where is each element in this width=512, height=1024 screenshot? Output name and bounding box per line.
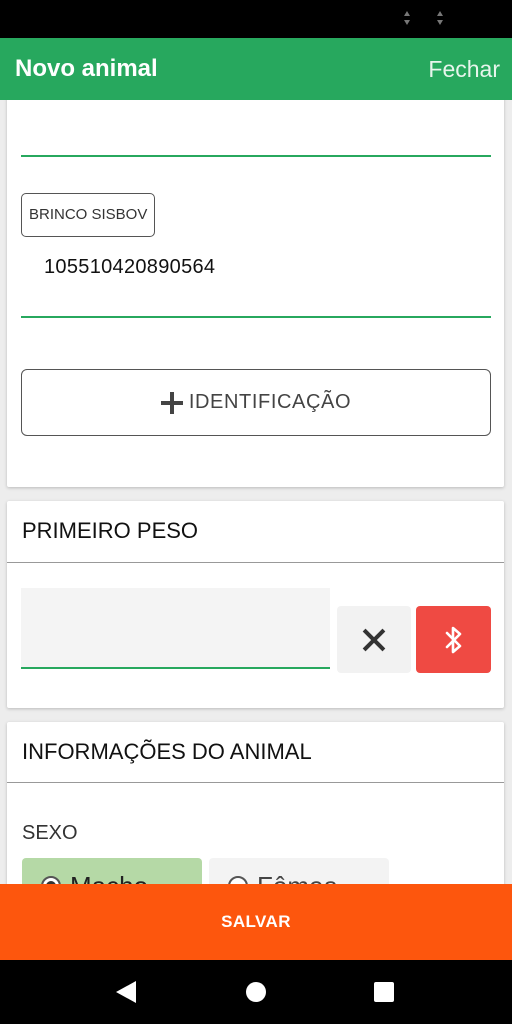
add-identification-button[interactable]: IDENTIFICAÇÃO (21, 369, 491, 436)
bluetooth-scale-button[interactable] (416, 606, 491, 673)
identification-type-chip[interactable]: BRINCO SISBOV (21, 193, 156, 237)
divider (7, 782, 504, 783)
animal-info-card: INFORMAÇÕES DO ANIMAL SEXO Macho Fêmea (7, 722, 504, 884)
radio-unselected-icon (228, 876, 248, 884)
sex-option-label: Fêmea (257, 871, 338, 884)
close-button[interactable]: Fechar (428, 56, 500, 83)
identification-card: BRINCO SISBOV 105510420890564 IDENTIFICA… (7, 100, 504, 487)
add-identification-label: IDENTIFICAÇÃO (188, 391, 352, 413)
weight-input-underline (21, 667, 330, 669)
system-navigation-bar (0, 960, 512, 1024)
sex-label: SEXO (22, 822, 78, 844)
save-button[interactable]: SALVAR (0, 884, 512, 960)
page-title: Novo animal (15, 55, 158, 82)
sex-option-female[interactable]: Fêmea (209, 858, 389, 884)
bluetooth-icon (445, 626, 461, 653)
divider (7, 562, 504, 563)
previous-field-underline[interactable] (21, 155, 491, 157)
status-bar (0, 0, 512, 38)
sex-option-male[interactable]: Macho (22, 858, 202, 884)
close-icon (363, 629, 385, 651)
signal-icon (403, 9, 411, 27)
recents-icon[interactable] (374, 982, 394, 1002)
first-weight-card: PRIMEIRO PESO (7, 501, 504, 708)
identification-field-underline (21, 316, 491, 318)
sex-option-label: Macho (70, 871, 148, 884)
clear-weight-button[interactable] (337, 606, 411, 673)
identification-value-field[interactable]: 105510420890564 (44, 256, 215, 279)
form-scroll-area[interactable]: BRINCO SISBOV 105510420890564 IDENTIFICA… (0, 100, 512, 884)
radio-selected-icon (41, 876, 61, 884)
animal-info-title: INFORMAÇÕES DO ANIMAL (22, 739, 312, 764)
plus-icon (160, 391, 183, 414)
first-weight-title: PRIMEIRO PESO (22, 518, 199, 543)
app-bar: Novo animal Fechar (0, 38, 512, 100)
signal-icon (436, 9, 444, 27)
home-icon[interactable] (246, 982, 266, 1002)
weight-input[interactable] (21, 588, 330, 668)
back-icon[interactable] (116, 981, 136, 1003)
